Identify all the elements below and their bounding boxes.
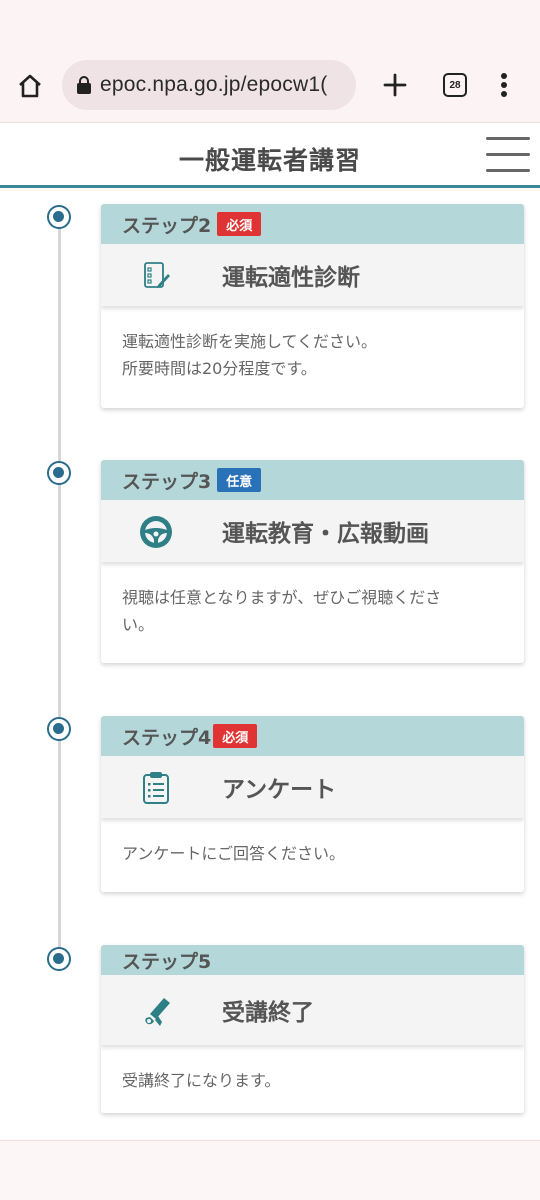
lock-icon — [77, 76, 91, 94]
step-button[interactable]: 運転教育・広報動画 — [101, 500, 524, 562]
step-description-line: 運転適性診断を実施してください。 — [122, 332, 378, 351]
step-card: ステップ4 必須 アンケート アンケートにご回答ください。 — [101, 716, 524, 892]
step-title: アンケート — [222, 777, 337, 803]
required-badge: 必須 — [217, 212, 262, 236]
site-header: 一般運転者講習 — [0, 122, 540, 188]
timeline-dot — [47, 717, 71, 741]
step-card: ステップ5 受講終了 受講終了になります。 — [101, 945, 524, 1113]
page-title: 一般運転者講習 — [178, 146, 361, 175]
step-button[interactable]: 運転適性診断 — [101, 244, 524, 306]
step-description: 視聴は任意となりますが、ぜひご視聴くださ い。 — [101, 562, 524, 638]
bottom-bar — [0, 1140, 540, 1200]
step-description-line: アンケートにご回答ください。 — [122, 844, 346, 863]
step-label: ステップ4 — [122, 726, 212, 749]
url-text: epoc.npa.go.jp/epocw1( — [100, 73, 328, 96]
step-card: ステップ2 必須 運転適性診断 運転適性診断を実施してください。 所要時間は20… — [101, 204, 524, 408]
timeline-line — [58, 217, 61, 962]
clipboard-list-icon — [143, 772, 169, 804]
step-description: アンケートにご回答ください。 — [101, 818, 524, 867]
step-header: ステップ2 必須 — [101, 204, 524, 244]
checklist-edit-icon — [144, 262, 170, 288]
step-button[interactable]: アンケート — [101, 756, 524, 818]
step-card: ステップ3 任意 運転教育・広報動画 視聴は任意となりますが、ぜひご視聴くださ … — [101, 460, 524, 663]
step-header: ステップ5 — [101, 945, 524, 975]
optional-badge: 任意 — [217, 468, 262, 492]
step-title: 受講終了 — [222, 1000, 314, 1026]
step-description-line: 所要時間は20分程度です。 — [122, 359, 317, 378]
diploma-scroll-icon — [145, 998, 170, 1026]
address-bar[interactable]: epoc.npa.go.jp/epocw1( — [62, 60, 356, 110]
step-button[interactable]: 受講終了 — [101, 975, 524, 1045]
hamburger-menu-icon[interactable] — [486, 135, 530, 175]
step-header: ステップ4 必須 — [101, 716, 524, 756]
main-content: ステップ2 必須 運転適性診断 運転適性診断を実施してください。 所要時間は20… — [0, 191, 540, 1140]
timeline-dot — [47, 461, 71, 485]
required-badge: 必須 — [213, 724, 258, 748]
step-label: ステップ3 — [122, 470, 212, 493]
timeline-dot — [47, 947, 71, 971]
browser-toolbar: epoc.npa.go.jp/epocw1( 28 — [0, 0, 540, 122]
step-title: 運転適性診断 — [222, 265, 360, 291]
step-description: 受講終了になります。 — [101, 1045, 524, 1094]
step-label: ステップ5 — [122, 950, 212, 973]
timeline-dot — [47, 205, 71, 229]
step-label: ステップ2 — [122, 214, 212, 237]
step-header: ステップ3 任意 — [101, 460, 524, 500]
steering-wheel-icon — [140, 516, 172, 548]
new-tab-icon[interactable] — [380, 70, 410, 100]
more-menu-icon[interactable] — [494, 70, 514, 100]
step-description-line: 視聴は任意となりますが、ぜひご視聴くださ — [122, 588, 442, 607]
step-description-line: い。 — [122, 615, 155, 634]
tab-switcher-button[interactable]: 28 — [443, 73, 467, 97]
step-description: 運転適性診断を実施してください。 所要時間は20分程度です。 — [101, 306, 524, 382]
home-icon[interactable] — [16, 72, 44, 100]
step-description-line: 受講終了になります。 — [122, 1071, 281, 1090]
step-title: 運転教育・広報動画 — [222, 521, 429, 547]
